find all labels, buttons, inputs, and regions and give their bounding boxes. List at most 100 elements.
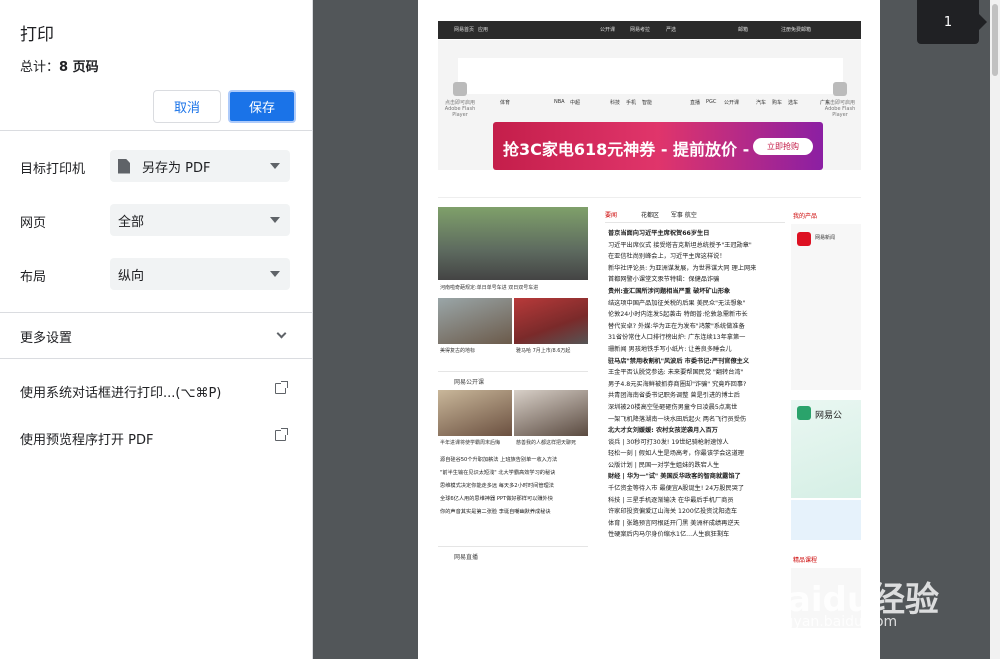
headline-item[interactable]: 公版计划 | 民国一对学生姐妹的跌宕人生: [608, 460, 756, 472]
promo-button: 立即抢购: [753, 138, 813, 155]
document-icon: [118, 158, 130, 174]
news-photo: [514, 298, 588, 344]
section-heading: 我的产品: [793, 213, 818, 220]
open-preview-link[interactable]: 使用预览程序打开 PDF: [20, 429, 153, 448]
divider: [0, 358, 313, 359]
nav-item: 广东: [820, 100, 831, 106]
open-external-icon[interactable]: [275, 381, 288, 394]
section-heading: 网易直播: [454, 554, 479, 561]
promo-banner: 抢3C家电618元神券 - 提前放价 - 立即抢购: [493, 122, 823, 170]
divider: [438, 371, 588, 372]
puzzle-icon: [833, 82, 847, 96]
destination-value: 另存为 PDF: [142, 160, 211, 176]
site-top-bar: 网易首页 应用 公开课 网易考拉 严选 邮箱 注册免费邮箱: [438, 21, 861, 39]
headline-item[interactable]: 在亚信杜尚别峰会上，习近平主席这样说！: [608, 251, 756, 263]
headline-item[interactable]: 王金平否认脱党参选: 未来要帮国民党 "翻转台湾": [608, 367, 756, 379]
headline-item[interactable]: 许家印投资偏爱辽山海关 1200亿投资沈阳造车: [608, 506, 756, 518]
top-bar-item: 邮箱: [738, 27, 749, 33]
scrollbar-thumb[interactable]: [992, 4, 998, 76]
dropdown-arrow-icon: [270, 271, 280, 277]
product-label: 网易新闻: [815, 235, 836, 241]
headline-item[interactable]: 一架飞机降落湖南一块水田后起火 两名飞行员受伤: [608, 414, 756, 426]
photo-caption: 慈善我的人都这样把天聊死: [516, 440, 577, 446]
print-dialog-sidebar: 打印 总计：8 页码 取消 保存 目标打印机 另存为 PDF 网页 全部 布局 …: [0, 0, 313, 659]
headline-item[interactable]: 性硬案后内马尔身价缩水1亿...人生疯狂剩车: [608, 529, 756, 541]
nav-item: 选车: [788, 100, 799, 106]
ad-panel: [791, 500, 861, 540]
nav-item: 体育: [500, 100, 511, 106]
headline-item[interactable]: 替代安卓? 外媒:华为正在为发布"鸿蒙"系统做准备: [608, 321, 756, 333]
news-photo: [438, 390, 512, 436]
headline-item[interactable]: 贵州:查汇国所涉问题相当严重 破坏矿山形象: [608, 286, 756, 298]
ad-slot: [458, 58, 843, 94]
headline-item[interactable]: 男子4.8元买海鲜被抓券商圈却"诈骗" 究竟咋回事?: [608, 379, 756, 391]
divider: [0, 130, 313, 131]
nav-item: 公开课: [724, 100, 740, 106]
system-dialog-link[interactable]: 使用系统对话框进行打印...(⌥⌘P): [20, 382, 221, 401]
save-button[interactable]: 保存: [228, 90, 296, 123]
headline-item[interactable]: 习近平出席仪式 接受塔吉克斯坦总统授予"王冠勋章": [608, 240, 756, 252]
news-photo: [438, 207, 588, 280]
nav-item: 购车: [772, 100, 783, 106]
dropdown-arrow-icon: [270, 163, 280, 169]
page-number-badge: 1: [917, 0, 987, 44]
headline-list: 普京当面向习近平主席祝贺66岁生日 习近平出席仪式 接受塔吉克斯坦总统授予"王冠勋…: [608, 228, 756, 541]
cancel-button[interactable]: 取消: [153, 90, 221, 123]
more-settings-toggle[interactable]: 更多设置: [0, 312, 313, 358]
total-label: 总计：: [20, 60, 60, 75]
top-bar-item: 网易首页: [454, 27, 475, 33]
course-item: 你的声音其实是第二张脸 李诞自嘲幽默养成秘诀: [440, 509, 551, 515]
headline-item[interactable]: 轻松一刻 | 假如人生是场高考，你最该学会这道理: [608, 448, 756, 460]
section-heading: 网易公开课: [454, 379, 485, 386]
headline-item[interactable]: 体育 | 张路预言阿根廷开门黑 美洲杯成绩再逆天: [608, 518, 756, 530]
layout-select[interactable]: 纵向: [110, 258, 290, 290]
nav-item: 直播: [690, 100, 701, 106]
headline-item[interactable]: 结这项中国产品加征关税的后果 美民众"无法想象": [608, 298, 756, 310]
headline-item[interactable]: 科技 | 三星手机逐渐输决 在华最后手机厂商员: [608, 495, 756, 507]
headline-item[interactable]: 千亿资金等待入市 最便宜A股诞生! 24万股民哭了: [608, 483, 756, 495]
app-icon: [797, 232, 811, 246]
nav-item: PGC: [706, 99, 717, 105]
headline-item[interactable]: 首都网警小课堂文汞节特辑：保健品诈骗: [608, 274, 756, 286]
open-external-icon[interactable]: [275, 428, 288, 441]
pages-select[interactable]: 全部: [110, 204, 290, 236]
headline-item[interactable]: 深圳被20楼高空坠砸砸伤男童今日凌晨5点离世: [608, 402, 756, 414]
headline-item[interactable]: 驻马店"禁用收割机"风波后 市委书记:严刊官僚主义: [608, 356, 756, 368]
dialog-title: 打印: [20, 25, 54, 45]
headline-item[interactable]: 财经 | 华为一"试" 美国反华政客的智商就露馅了: [608, 471, 756, 483]
nav-item: NBA: [554, 99, 565, 105]
tab-item: 军事: [670, 212, 683, 219]
chevron-down-icon: [276, 328, 287, 339]
headline-item[interactable]: 伦敦24小时内连发5起袭击 特朗普:伦敦急需新市长: [608, 309, 756, 321]
top-bar-item: 注册免费邮箱: [781, 27, 812, 33]
total-value: 8 页码: [59, 60, 99, 75]
news-photo: [438, 298, 512, 344]
headline-item[interactable]: 谈兵 | 30秒可打30发! 19世纪骑枪射速惊人: [608, 437, 756, 449]
headline-item[interactable]: 新华社评论员: 为亚洲谋发展，为世界谋大同 理上网来: [608, 263, 756, 275]
puzzle-icon: [453, 82, 467, 96]
course-list: 源自硅谷50个升职加薪法 上班族告别单一收入方法 "前半生输在见识太短浅" 北大…: [440, 454, 557, 519]
section-heading: 精品课程: [793, 557, 818, 564]
nav-item: 汽车: [756, 100, 767, 106]
tab-item: 航空: [684, 212, 697, 219]
headline-item[interactable]: 北大才女刘媛媛: 农村女孩逆袭月入百万: [608, 425, 756, 437]
total-pages: 总计：8 页码: [20, 56, 99, 75]
top-bar-item: 网易考拉: [630, 27, 651, 33]
site-nav: 体育 NBA 中超 科技 手机 智能 直播 PGC 公开课 汽车 购车 选车 广…: [458, 95, 843, 119]
headline-item[interactable]: 共青团海南省委书记职务调整 曾是引进的博士后: [608, 390, 756, 402]
ad-panel: 网易公: [791, 400, 861, 498]
photo-caption: 美得复古的地标: [440, 348, 476, 354]
headline-item[interactable]: 普京当面向习近平主席祝贺66岁生日: [608, 228, 756, 240]
divider: [605, 222, 785, 223]
destination-select[interactable]: 另存为 PDF: [110, 150, 290, 182]
photo-caption: 河南啦奇葩规定:单日单号车进 双日双号车进: [440, 285, 539, 291]
nav-item: 中超: [570, 100, 581, 106]
watermark-url: jingyan.baidu.com: [768, 614, 898, 630]
scrollbar-track[interactable]: [990, 0, 1000, 659]
headline-item[interactable]: 珊新闻 男孩地铁手写小纸片: 让善良多睡会儿: [608, 344, 756, 356]
print-preview-area: 网易首页 应用 公开课 网易考拉 严选 邮箱 注册免费邮箱 点击即可启用 Ado…: [313, 0, 1000, 659]
headline-item[interactable]: 31省份常住人口排行榜出炉: 广东连续13年拿第一: [608, 332, 756, 344]
layout-value: 纵向: [118, 268, 145, 284]
products-panel: 网易新闻: [791, 224, 861, 390]
tab-item: 要闻: [605, 212, 618, 219]
